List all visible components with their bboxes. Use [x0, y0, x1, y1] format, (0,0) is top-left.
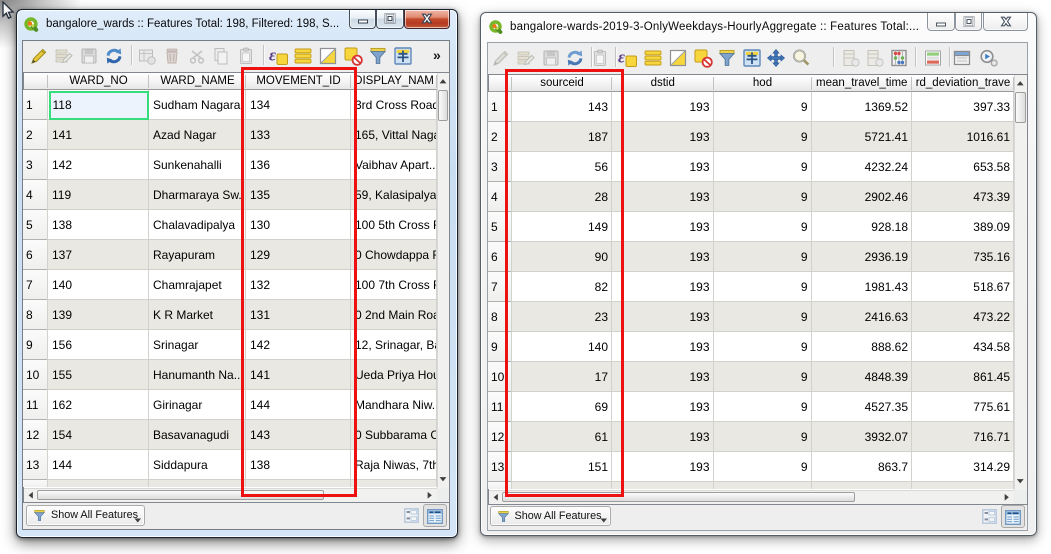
svg-text:ε: ε	[618, 47, 625, 66]
svg-text:ε: ε	[269, 45, 276, 64]
